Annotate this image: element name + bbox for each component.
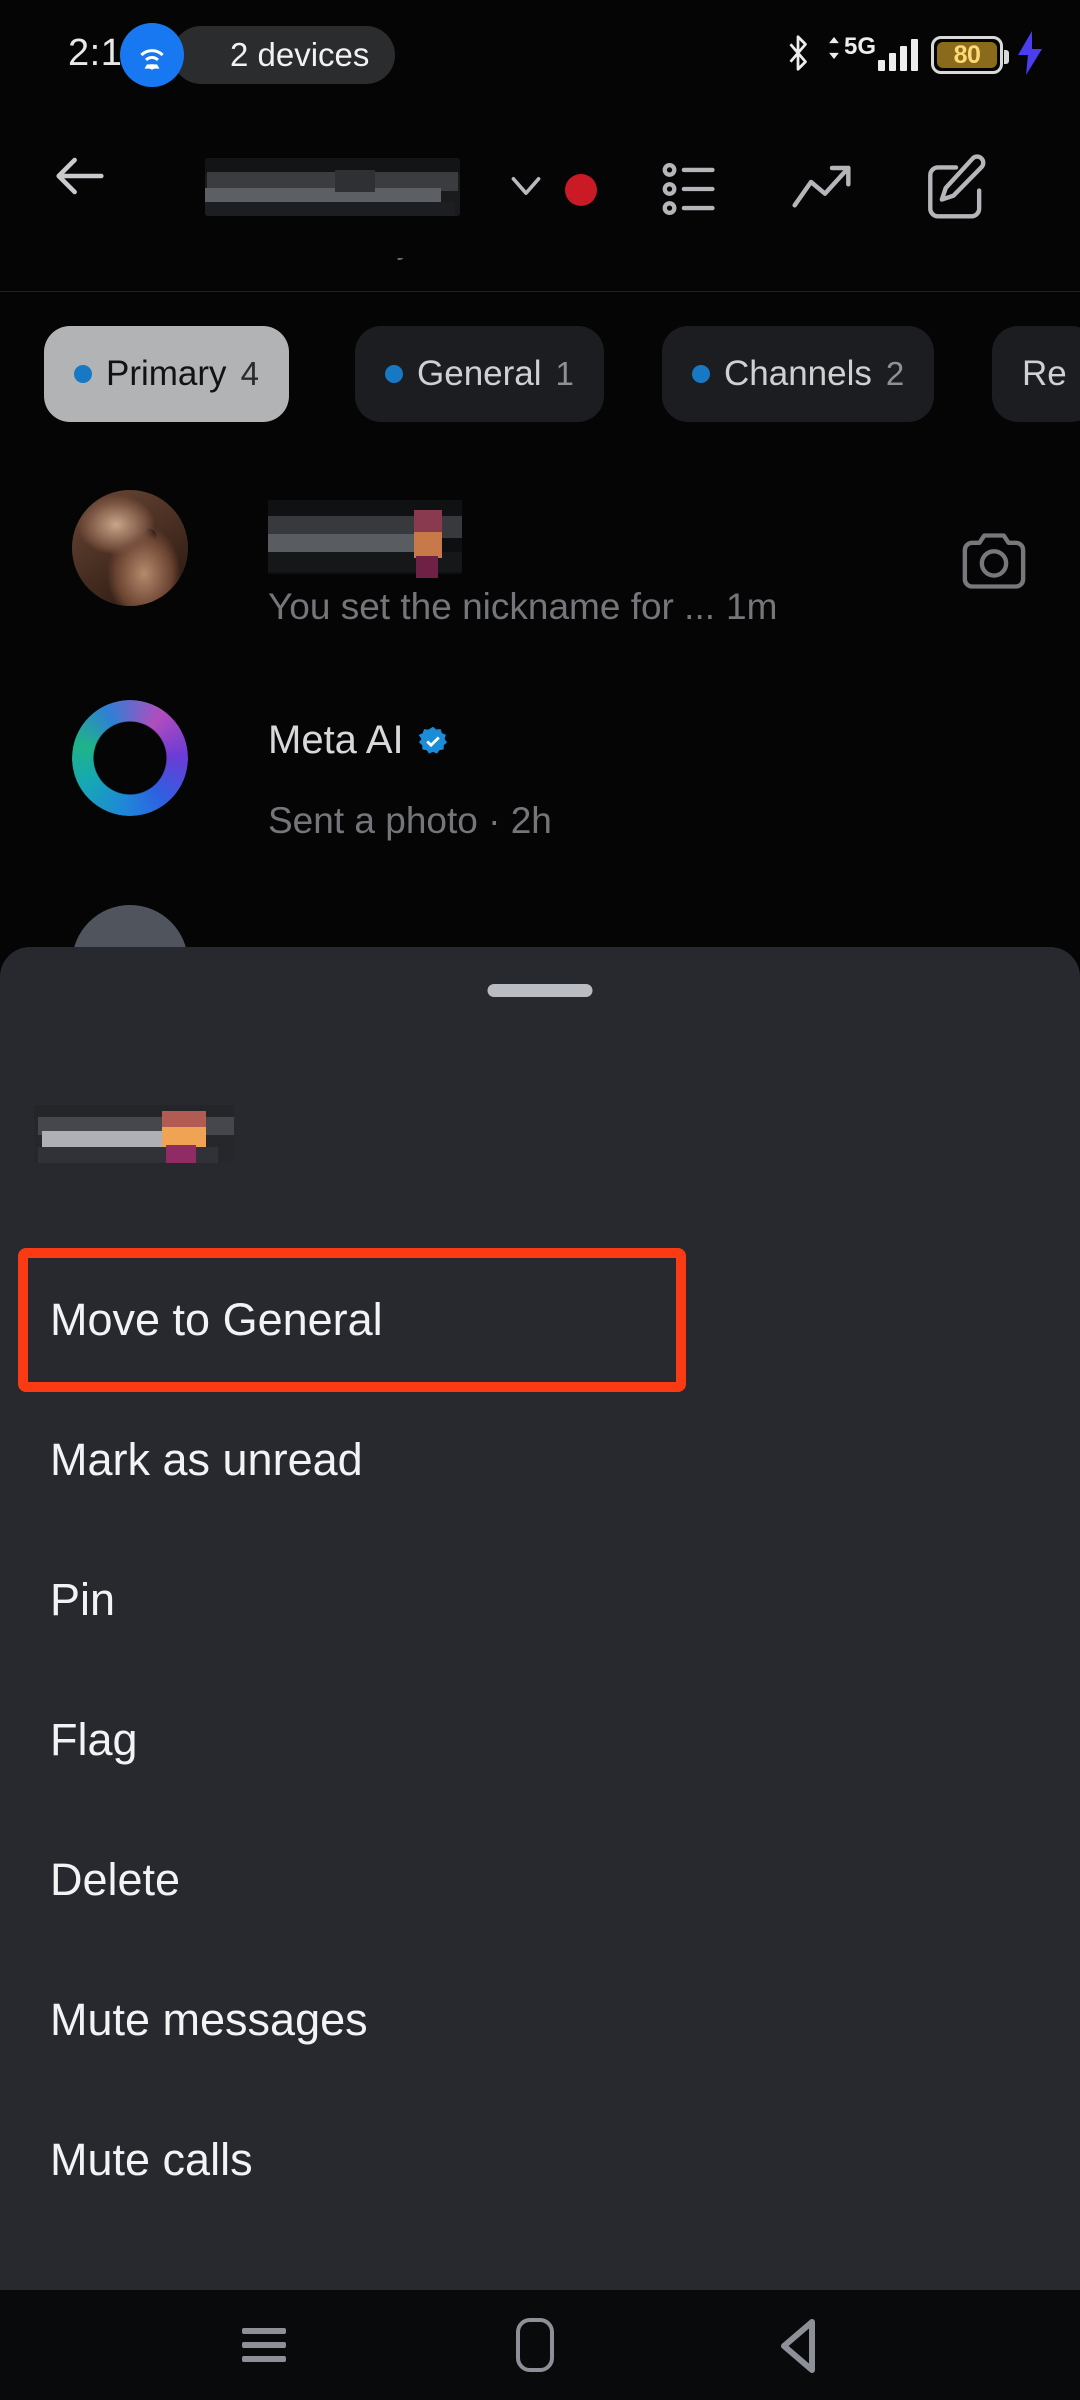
- drag-handle[interactable]: [487, 984, 593, 997]
- tab-primary[interactable]: Primary 4: [44, 326, 289, 422]
- menu-item-label: Flag: [50, 1714, 138, 1765]
- tab-channels[interactable]: Channels 2: [662, 326, 935, 422]
- menu-item-pin[interactable]: Pin: [0, 1530, 1080, 1670]
- header-divider: [0, 291, 1080, 292]
- tab-label: Re: [1022, 354, 1067, 393]
- tab-dot-icon: [74, 365, 92, 383]
- chevron-down-icon[interactable]: [508, 172, 544, 200]
- hotspot-pill[interactable]: 2 devices: [120, 23, 396, 87]
- notes-strip: Your note Mayomikun Obam: [0, 258, 1080, 290]
- status-bar: 2:12 2 devices 5G 80: [0, 0, 1080, 100]
- chat-name: Meta AI: [268, 718, 450, 763]
- menu-item-label: Delete: [50, 1854, 181, 1905]
- hotspot-label: 2 devices: [230, 36, 370, 73]
- tab-dot-icon: [385, 365, 403, 383]
- chat-preview: You set the nickname for ...: [268, 586, 715, 627]
- tab-count: 1: [555, 355, 574, 392]
- charging-bolt-icon: [1016, 30, 1044, 80]
- note-label-left: Your note: [112, 258, 239, 262]
- battery-percent: 80: [953, 40, 981, 69]
- filter-tabs: Primary 4 General 1 Channels 2 Re: [0, 326, 1080, 422]
- verified-badge-icon: [416, 724, 450, 758]
- chat-timestamp: 1m: [726, 586, 778, 627]
- tab-dot-icon: [692, 365, 710, 383]
- cellular-signal-icon: 5G: [826, 35, 918, 71]
- unread-indicator-dot: [565, 174, 597, 206]
- note-label-right: Mayomikun Obam: [355, 258, 598, 262]
- account-name-blurred[interactable]: [205, 158, 460, 216]
- home-icon[interactable]: [516, 2318, 554, 2372]
- menu-item-mark-as-unread[interactable]: Mark as unread: [0, 1390, 1080, 1530]
- network-type-label: 5G: [843, 33, 876, 60]
- back-arrow-icon[interactable]: [48, 144, 112, 208]
- chat-name-blurred: [268, 500, 462, 578]
- menu-item-label: Move to General: [50, 1294, 383, 1345]
- phone-screen: 2:12 2 devices 5G 80 Primary 4 General 1…: [0, 0, 1080, 2400]
- chat-row[interactable]: Meta AI Sent a photo · 2h: [0, 700, 1080, 850]
- meta-ai-ring-avatar: [72, 700, 188, 816]
- chat-preview: Sent a photo · 2h: [268, 800, 552, 841]
- sheet-chat-name-blurred: [34, 1105, 234, 1163]
- tab-label: General: [417, 354, 542, 393]
- camera-icon[interactable]: [960, 530, 1028, 592]
- menu-item-label: Mute calls: [50, 2134, 253, 2185]
- menu-item-flag[interactable]: Flag: [0, 1670, 1080, 1810]
- tab-requests[interactable]: Re: [992, 326, 1080, 422]
- menu-item-mute-calls[interactable]: Mute calls: [0, 2090, 1080, 2230]
- wifi-hotspot-icon: [120, 23, 184, 87]
- list-menu-icon[interactable]: [660, 158, 722, 220]
- battery-indicator: 80: [931, 36, 1009, 74]
- tab-count: 4: [240, 355, 259, 392]
- recents-icon[interactable]: [242, 2328, 286, 2362]
- tab-label: Channels: [724, 354, 872, 393]
- contact-photo-avatar: [72, 490, 188, 606]
- menu-item-delete[interactable]: Delete: [0, 1810, 1080, 1950]
- tab-count: 2: [885, 355, 905, 392]
- chat-name-text: Meta AI: [268, 718, 404, 762]
- tab-label: Primary: [106, 354, 227, 393]
- trending-up-icon[interactable]: [790, 160, 860, 218]
- menu-item-mute-messages[interactable]: Mute messages: [0, 1950, 1080, 2090]
- menu-item-label: Pin: [50, 1574, 116, 1625]
- bluetooth-icon: [783, 31, 813, 80]
- tab-general[interactable]: General 1: [355, 326, 604, 422]
- menu-item-label: Mark as unread: [50, 1434, 363, 1485]
- menu-item-label: Mute messages: [50, 1994, 368, 2045]
- android-nav-bar: [0, 2290, 1080, 2400]
- menu-item-move-to-general[interactable]: Move to General: [0, 1250, 1080, 1390]
- compose-pencil-icon[interactable]: [920, 152, 992, 224]
- nav-back-icon[interactable]: [778, 2318, 818, 2374]
- chat-row[interactable]: You set the nickname for ... 1m: [0, 490, 1080, 640]
- status-icons: 5G 80: [783, 26, 1044, 84]
